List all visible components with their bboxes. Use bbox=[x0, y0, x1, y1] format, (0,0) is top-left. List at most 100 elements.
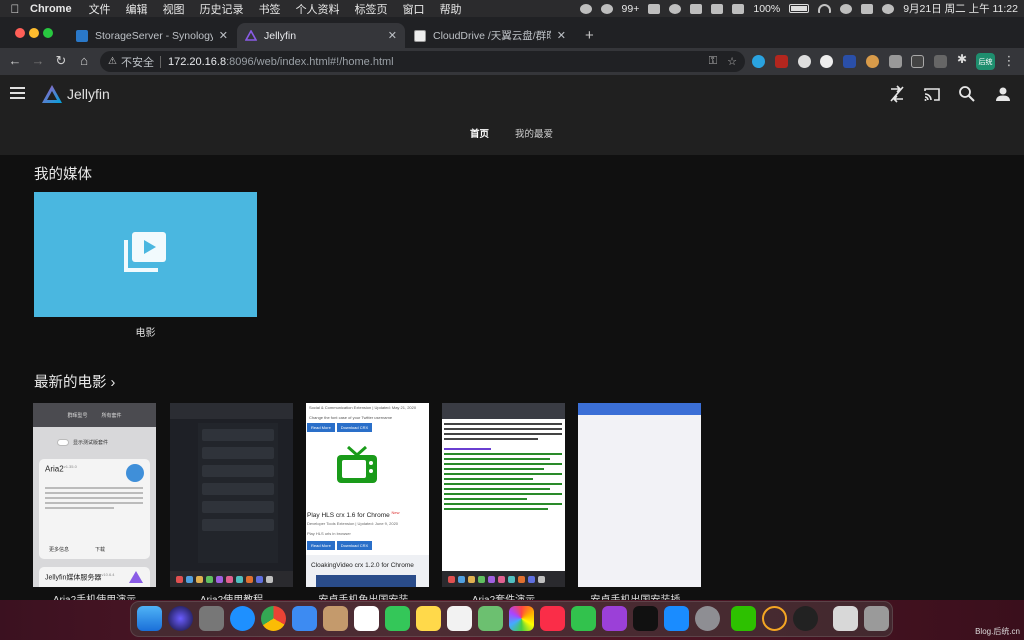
library-card-label[interactable]: 电影 bbox=[34, 324, 257, 339]
chrome-icon[interactable] bbox=[261, 606, 286, 631]
chrome-menu-icon[interactable]: ⋮ bbox=[1001, 53, 1017, 69]
reload-icon[interactable]: ↻ bbox=[53, 53, 69, 69]
menu-help[interactable]: 帮助 bbox=[440, 1, 462, 17]
window-minimize-button[interactable] bbox=[29, 28, 39, 38]
wechat-icon[interactable] bbox=[731, 606, 756, 631]
forward-arrow-icon[interactable]: → bbox=[30, 53, 46, 68]
tab-close-icon[interactable]: ✕ bbox=[388, 29, 397, 42]
mail-icon[interactable] bbox=[292, 606, 317, 631]
tab-close-icon[interactable]: ✕ bbox=[557, 29, 566, 42]
bookmark-star-icon[interactable]: ☆ bbox=[727, 55, 737, 68]
shield-extension-icon[interactable] bbox=[843, 55, 856, 68]
photos-icon[interactable] bbox=[509, 606, 534, 631]
movie-title[interactable]: Aria2套件演示 bbox=[442, 591, 565, 600]
infuse-icon[interactable] bbox=[762, 606, 787, 631]
telegram-extension-icon[interactable] bbox=[752, 55, 765, 68]
launchpad-icon[interactable] bbox=[199, 606, 224, 631]
extensions-puzzle-icon[interactable]: ✱ bbox=[957, 52, 970, 66]
user-account-icon[interactable] bbox=[994, 85, 1012, 103]
hamburger-menu-icon[interactable] bbox=[10, 87, 25, 99]
spotlight-search-icon[interactable] bbox=[840, 3, 853, 14]
movie-title[interactable]: Aria2手机使用演示 bbox=[33, 591, 156, 600]
menubar-datetime[interactable]: 9月21日 周二 上午 11:22 bbox=[903, 1, 1018, 16]
jellyfin-logo-icon[interactable] bbox=[41, 84, 63, 104]
camera-extension-icon[interactable] bbox=[889, 55, 902, 68]
siri-icon[interactable] bbox=[882, 3, 895, 14]
cast-icon[interactable] bbox=[923, 85, 941, 103]
profile-avatar[interactable]: 后统 bbox=[976, 53, 995, 70]
siri-app-icon[interactable] bbox=[168, 606, 193, 631]
cookie-extension-icon[interactable] bbox=[866, 55, 879, 68]
display-status-icon[interactable] bbox=[669, 3, 682, 14]
battery-icon[interactable] bbox=[789, 4, 810, 13]
tab-clouddrive[interactable]: CloudDrive /天翼云盘/群晖套件 ✕ bbox=[406, 23, 574, 48]
window-zoom-button[interactable] bbox=[43, 28, 53, 38]
contacts-icon[interactable] bbox=[323, 606, 348, 631]
qq-icon[interactable] bbox=[793, 606, 818, 631]
movie-card-aria2-phone[interactable]: 群晖型号 所有套件 显示测试版套件 Aria2v1.35.0 更多信息 下载 J… bbox=[33, 403, 156, 587]
password-key-icon[interactable]: ⚿ bbox=[709, 55, 717, 68]
reminders-icon[interactable] bbox=[447, 606, 472, 631]
ublock-extension-icon[interactable] bbox=[775, 55, 788, 68]
wifi-icon[interactable] bbox=[818, 4, 832, 13]
safari-icon[interactable] bbox=[230, 606, 255, 631]
movie-card-android-install[interactable]: Social & Communication Extension | Updat… bbox=[306, 403, 429, 587]
app-store-icon[interactable] bbox=[664, 606, 689, 631]
volume-icon[interactable] bbox=[690, 3, 703, 14]
latest-movies-title[interactable]: 最新的电影 bbox=[34, 375, 107, 391]
menu-file[interactable]: 文件 bbox=[89, 1, 111, 17]
movie-card-aria2-tutorial[interactable] bbox=[170, 403, 293, 587]
notes-icon[interactable] bbox=[416, 606, 441, 631]
finder-icon[interactable] bbox=[137, 606, 162, 631]
facetime-icon[interactable] bbox=[571, 606, 596, 631]
search-icon[interactable] bbox=[958, 85, 976, 103]
tab-close-icon[interactable]: ✕ bbox=[219, 29, 228, 42]
apple-tv-icon[interactable] bbox=[633, 606, 658, 631]
back-arrow-icon[interactable]: ← bbox=[7, 53, 23, 68]
movie-card-aria2-demo[interactable] bbox=[442, 403, 565, 587]
podcasts-icon[interactable] bbox=[602, 606, 627, 631]
window-close-button[interactable] bbox=[15, 28, 25, 38]
jellyfin-brand-name[interactable]: Jellyfin bbox=[67, 86, 110, 102]
warning-triangle-icon[interactable]: ⚠ bbox=[108, 56, 117, 67]
address-bar[interactable]: ⚠ 不安全 172.20.16.8:8096/web/index.html#!/… bbox=[100, 51, 745, 72]
calendar-icon[interactable] bbox=[354, 606, 379, 631]
security-indicator[interactable]: 不安全 bbox=[121, 54, 154, 70]
apple-menu-icon[interactable]:  bbox=[0, 2, 30, 16]
messages-icon[interactable] bbox=[385, 606, 410, 631]
movie-title[interactable]: 安卓手机出国安装插... bbox=[578, 591, 701, 600]
menu-edit[interactable]: 编辑 bbox=[126, 1, 148, 17]
cloud-extension-icon[interactable] bbox=[820, 55, 833, 68]
ghost-extension-icon[interactable] bbox=[911, 55, 924, 68]
tab-home[interactable]: 首页 bbox=[470, 126, 489, 140]
control-center-icon[interactable] bbox=[861, 3, 874, 14]
trash-icon[interactable] bbox=[864, 606, 889, 631]
menu-history[interactable]: 历史记录 bbox=[200, 1, 244, 17]
home-icon[interactable]: ⌂ bbox=[76, 53, 92, 68]
library-card-movies[interactable] bbox=[34, 192, 257, 317]
tab-favorites[interactable]: 我的最爱 bbox=[515, 126, 553, 140]
menu-profile[interactable]: 个人资料 bbox=[296, 1, 340, 17]
vpn-status-icon[interactable] bbox=[579, 3, 592, 14]
latest-movies-heading[interactable]: 最新的电影 › bbox=[34, 371, 115, 392]
new-tab-button[interactable]: + bbox=[585, 27, 594, 44]
menu-view[interactable]: 视图 bbox=[163, 1, 185, 17]
tab-jellyfin[interactable]: Jellyfin ✕ bbox=[237, 23, 405, 48]
system-preferences-icon[interactable] bbox=[695, 606, 720, 631]
preview-icon[interactable] bbox=[833, 606, 858, 631]
tab-storageserver[interactable]: StorageServer - Synology DiskS ✕ bbox=[68, 23, 236, 48]
menu-tabs[interactable]: 标签页 bbox=[355, 1, 388, 17]
maps-icon[interactable] bbox=[478, 606, 503, 631]
menu-app-chrome[interactable]: Chrome bbox=[30, 3, 72, 15]
movie-card-android-plugin[interactable] bbox=[578, 403, 701, 587]
movie-title[interactable]: 安卓手机免出国安装... bbox=[306, 591, 429, 600]
extension-icon[interactable] bbox=[798, 55, 811, 68]
menu-window[interactable]: 窗口 bbox=[403, 1, 425, 17]
menu-bookmarks[interactable]: 书签 bbox=[259, 1, 281, 17]
input-method-icon[interactable] bbox=[711, 3, 724, 14]
movie-title[interactable]: Aria2使用教程 bbox=[170, 591, 293, 600]
mail-status-icon[interactable] bbox=[648, 3, 661, 14]
notification-count-badge[interactable]: 99+ bbox=[622, 3, 640, 15]
bluetooth-icon[interactable] bbox=[732, 3, 745, 14]
chevron-right-icon[interactable]: › bbox=[111, 375, 116, 391]
